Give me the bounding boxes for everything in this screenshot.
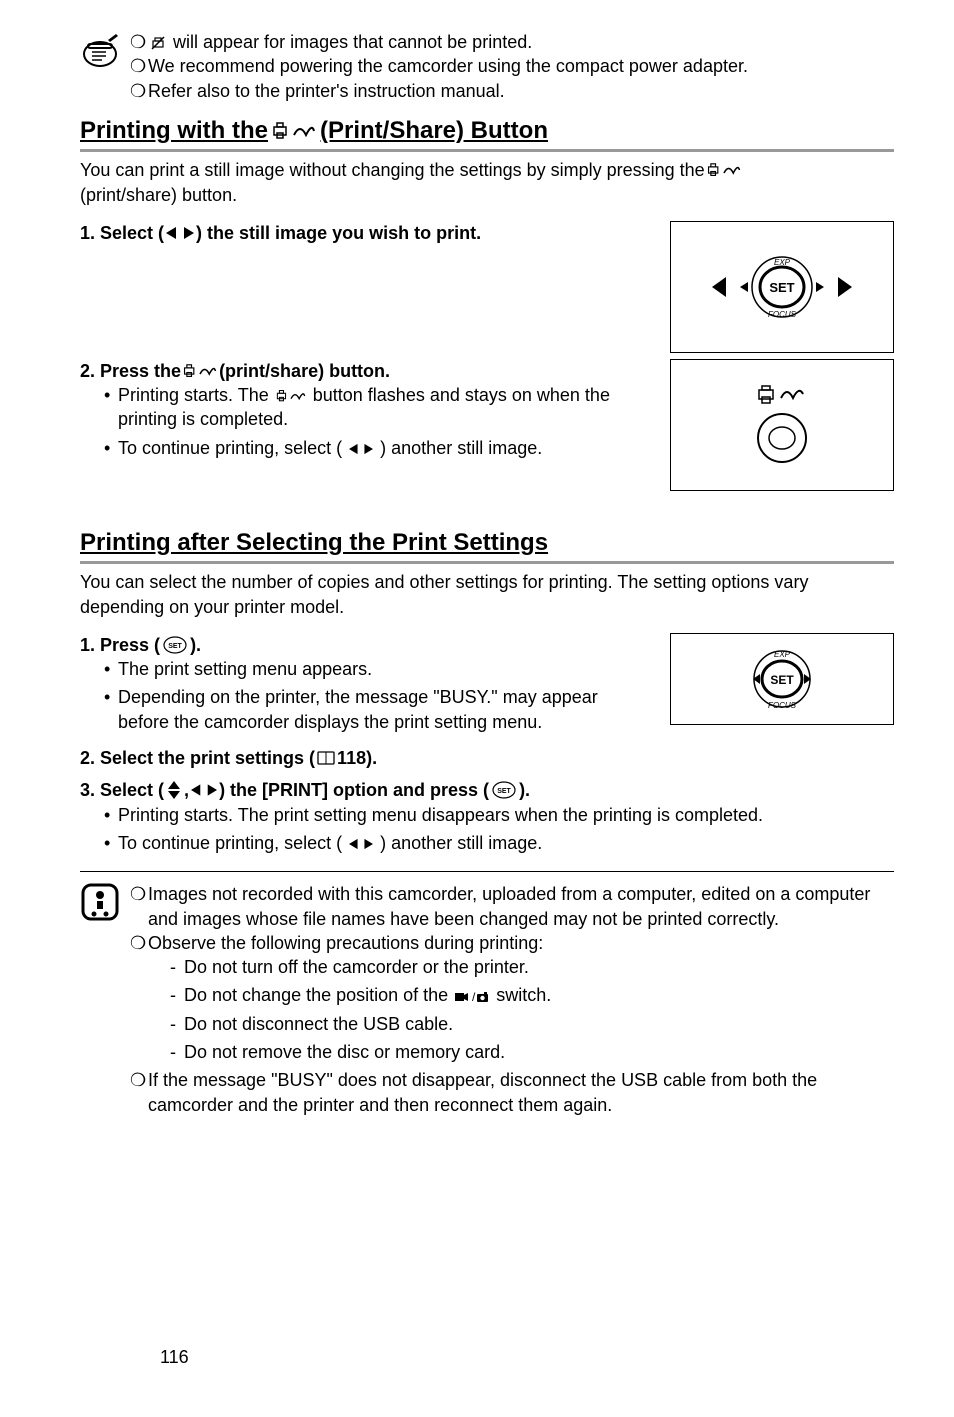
note-2: We recommend powering the camcorder usin… <box>148 54 748 78</box>
movie-photo-switch-icon: / <box>455 990 489 1004</box>
step3-bullet1: Printing starts. The print setting menu … <box>118 803 763 827</box>
page-ref-icon <box>317 751 335 765</box>
left-right-arrows-icon <box>166 226 194 240</box>
set-circle-icon: SET <box>162 636 188 654</box>
caution-3: If the message "BUSY" does not disappear… <box>148 1068 894 1117</box>
notepad-icon <box>80 30 120 76</box>
set-circle-icon: SET <box>491 781 517 799</box>
print-share-icon <box>276 389 306 403</box>
divider <box>80 871 894 872</box>
up-down-arrows-icon <box>166 781 182 799</box>
section2-intro: You can select the number of copies and … <box>80 570 894 619</box>
svg-text:FOCUS: FOCUS <box>768 310 797 319</box>
caution-1: Images not recorded with this camcorder,… <box>148 882 894 931</box>
left-right-arrows-icon <box>349 838 373 850</box>
section1-step2: 2. Press the (print/share) button. • Pri… <box>80 359 894 491</box>
set-dial-figure-small: SET EXP FOCUS <box>670 633 894 725</box>
svg-text:/: / <box>472 990 476 1004</box>
print-share-icon <box>272 121 316 141</box>
note-3: Refer also to the printer's instruction … <box>148 79 505 103</box>
section-title-print-share: Printing with the (Print/Share) Button <box>80 115 894 152</box>
print-share-icon <box>707 162 741 178</box>
svg-text:SET: SET <box>769 280 794 295</box>
section1-step1: 1. Select ( ) the still image you wish t… <box>80 221 894 353</box>
set-dial-figure: SET EXP FOCUS <box>670 221 894 353</box>
section2-step2: 2. Select the print settings ( 118). <box>80 746 894 770</box>
caution-2: Observe the following precautions during… <box>148 931 543 955</box>
svg-text:SET: SET <box>770 673 794 687</box>
svg-text:FOCUS: FOCUS <box>768 701 797 710</box>
left-right-arrows-icon <box>349 443 373 455</box>
section2-step3: 3. Select ( , ) the [PRINT] option and p… <box>80 778 894 802</box>
svg-text:EXP: EXP <box>774 258 791 267</box>
print-share-icon <box>183 363 217 379</box>
caution-icon <box>80 882 120 928</box>
step1-bullet2: Depending on the printer, the message "B… <box>118 685 650 734</box>
caution-block: ❍Images not recorded with this camcorder… <box>80 882 894 1117</box>
tips-note-block: ❍ will appear for images that cannot be … <box>80 30 894 103</box>
svg-text:SET: SET <box>168 643 182 650</box>
note-1: will appear for images that cannot be pr… <box>173 32 532 52</box>
caution-2d: Do not remove the disc or memory card. <box>184 1040 505 1064</box>
svg-text:SET: SET <box>497 788 511 795</box>
no-print-icon <box>150 35 166 51</box>
step1-bullet1: The print setting menu appears. <box>118 657 372 681</box>
tips-note-body: ❍ will appear for images that cannot be … <box>130 30 894 103</box>
svg-text:EXP: EXP <box>774 650 791 659</box>
section-title-print-settings: Printing after Selecting the Print Setti… <box>80 527 894 564</box>
section1-intro: You can print a still image without chan… <box>80 158 894 207</box>
caution-2a: Do not turn off the camcorder or the pri… <box>184 955 529 979</box>
print-share-button-figure <box>670 359 894 491</box>
section2-step1: 1. Press ( SET ). •The print setting men… <box>80 633 894 738</box>
caution-2c: Do not disconnect the USB cable. <box>184 1012 453 1036</box>
left-right-arrows-icon <box>191 783 217 797</box>
